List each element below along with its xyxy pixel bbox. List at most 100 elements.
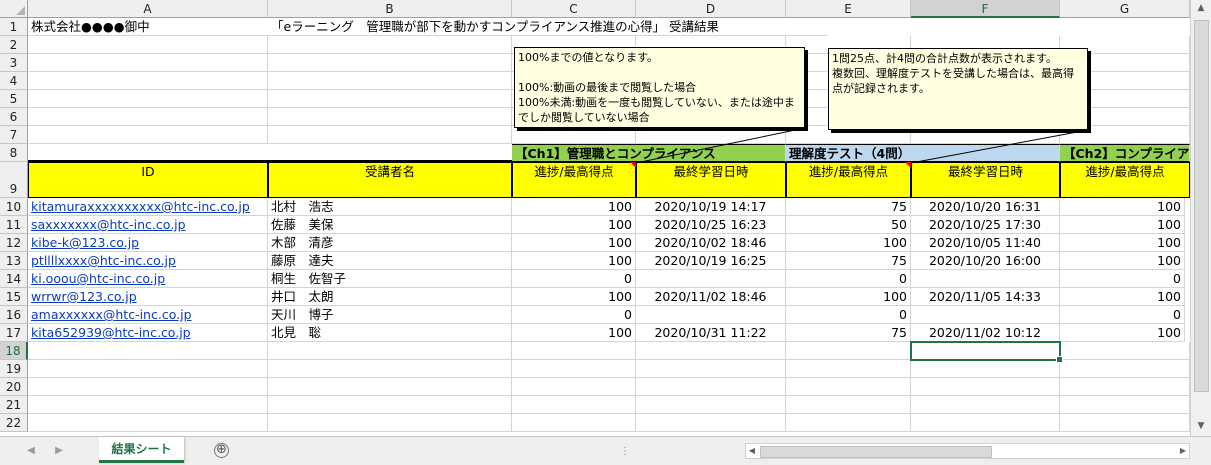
record-progress-ch2[interactable]: 100 <box>1060 288 1185 306</box>
record-progress-ch2[interactable]: 100 <box>1060 198 1185 216</box>
empty-cell[interactable] <box>911 360 1060 378</box>
empty-cell[interactable] <box>636 378 786 396</box>
scroll-up-icon[interactable]: ▲ <box>1191 0 1211 17</box>
record-name[interactable]: 桐生 佐智子 <box>268 270 512 288</box>
empty-cell[interactable] <box>28 360 268 378</box>
column-header-e[interactable]: E <box>786 0 911 18</box>
row-header-3[interactable]: 3 <box>0 54 28 72</box>
sheet-tab-results[interactable]: 結果シート <box>99 437 184 463</box>
column-header-b[interactable]: B <box>268 0 512 18</box>
empty-cell[interactable] <box>268 360 512 378</box>
empty-cell[interactable] <box>268 126 512 144</box>
spreadsheet-area[interactable]: A B C D E F G 1 2 3 4 5 6 7 8 9 10 11 12… <box>0 0 1190 436</box>
empty-cell[interactable] <box>512 360 636 378</box>
record-date-ch1[interactable]: 2020/11/02 18:46 <box>636 288 786 306</box>
record-progress-ch1[interactable]: 0 <box>512 306 636 324</box>
next-sheet-icon[interactable]: ▶ <box>50 442 68 460</box>
empty-cell[interactable] <box>1060 396 1190 414</box>
record-score-test[interactable]: 75 <box>786 324 911 342</box>
record-date-ch1[interactable]: 2020/10/19 14:17 <box>636 198 786 216</box>
row-header-21[interactable]: 21 <box>0 396 28 414</box>
empty-cell[interactable] <box>786 396 911 414</box>
record-name[interactable]: 天川 博子 <box>268 306 512 324</box>
header-date-ch1[interactable]: 最終学習日時 <box>636 162 786 198</box>
header-name[interactable]: 受講者名 <box>268 162 512 198</box>
row-header-20[interactable]: 20 <box>0 378 28 396</box>
record-date-test[interactable] <box>911 270 1060 288</box>
record-progress-ch2[interactable]: 0 <box>1060 306 1185 324</box>
record-progress-ch2[interactable]: 100 <box>1060 324 1185 342</box>
row-header-1[interactable]: 1 <box>0 18 28 36</box>
empty-cell[interactable] <box>268 108 512 126</box>
record-date-ch1[interactable]: 2020/10/02 18:46 <box>636 234 786 252</box>
row-header-13[interactable]: 13 <box>0 252 28 270</box>
row-header-18[interactable]: 18 <box>0 342 28 360</box>
record-name[interactable]: 北見 聡 <box>268 324 512 342</box>
vertical-scrollbar[interactable]: ▲ ▼ <box>1190 0 1211 436</box>
empty-cell[interactable] <box>636 396 786 414</box>
empty-cell[interactable] <box>28 108 268 126</box>
empty-cell[interactable] <box>512 342 636 360</box>
comment-note-progress[interactable]: 100%までの値となります。 100%:動画の最後まで閲覧した場合 100%未満… <box>514 47 805 128</box>
record-progress-ch1[interactable]: 0 <box>512 270 636 288</box>
record-date-ch1[interactable]: 2020/10/31 11:22 <box>636 324 786 342</box>
scroll-down-icon[interactable]: ▼ <box>1191 418 1211 435</box>
record-date-ch1[interactable]: 2020/10/19 16:25 <box>636 252 786 270</box>
empty-cell[interactable] <box>636 360 786 378</box>
row-header-15[interactable]: 15 <box>0 288 28 306</box>
row-header-7[interactable]: 7 <box>0 126 28 144</box>
record-progress-ch1[interactable]: 100 <box>512 324 636 342</box>
section-ch1[interactable]: 【Ch1】管理職とコンプライアンス <box>512 144 786 162</box>
row-header-19[interactable]: 19 <box>0 360 28 378</box>
record-progress-ch2[interactable]: 100 <box>1060 234 1185 252</box>
record-id-link[interactable]: wrrwr@123.co.jp <box>28 288 268 306</box>
scroll-left-icon[interactable]: ◀ <box>746 444 758 458</box>
row-header-9[interactable]: 9 <box>0 162 28 198</box>
empty-cell[interactable] <box>1060 342 1190 360</box>
empty-cell[interactable] <box>268 414 512 432</box>
record-progress-ch1[interactable]: 100 <box>512 288 636 306</box>
empty-cell[interactable] <box>636 414 786 432</box>
empty-cell[interactable] <box>268 72 512 90</box>
record-date-test[interactable]: 2020/11/02 10:12 <box>911 324 1060 342</box>
header-progress-ch2[interactable]: 進捗/最高得点 <box>1060 162 1190 198</box>
record-score-test[interactable]: 75 <box>786 198 911 216</box>
record-id-link[interactable]: kita652939@htc-inc.co.jp <box>28 324 268 342</box>
row-header-2[interactable]: 2 <box>0 36 28 54</box>
record-name[interactable]: 佐藤 美保 <box>268 216 512 234</box>
empty-cell[interactable] <box>28 396 268 414</box>
tab-split-handle-icon[interactable]: ⋮ <box>620 446 631 457</box>
row-header-5[interactable]: 5 <box>0 90 28 108</box>
active-cell-f18[interactable] <box>910 341 1063 363</box>
row8-b[interactable] <box>268 144 512 162</box>
comment-note-test[interactable]: 1問25点、計4問の合計点数が表示されます。 複数回、理解度テストを受講した場合… <box>828 48 1088 130</box>
record-date-ch1[interactable] <box>636 270 786 288</box>
row-header-10[interactable]: 10 <box>0 198 28 216</box>
empty-cell[interactable] <box>28 126 268 144</box>
record-id-link[interactable]: ptllllxxxx@htc-inc.co.jp <box>28 252 268 270</box>
empty-cell[interactable] <box>786 378 911 396</box>
column-header-g[interactable]: G <box>1060 0 1190 18</box>
record-score-test[interactable]: 0 <box>786 270 911 288</box>
header-progress-ch1[interactable]: 進捗/最高得点 <box>512 162 636 198</box>
section-test[interactable]: 理解度テスト（4問） <box>786 144 1060 162</box>
header-score-test[interactable]: 進捗/最高得点 <box>786 162 911 198</box>
record-date-ch1[interactable] <box>636 306 786 324</box>
comment-indicator-icon[interactable] <box>905 162 911 168</box>
record-date-test[interactable] <box>911 306 1060 324</box>
record-date-test[interactable]: 2020/10/20 16:31 <box>911 198 1060 216</box>
section-ch2[interactable]: 【Ch2】コンプライアンス <box>1060 144 1190 162</box>
empty-cell[interactable] <box>512 396 636 414</box>
empty-cell[interactable] <box>512 126 636 144</box>
empty-cell[interactable] <box>28 90 268 108</box>
header-id[interactable]: ID <box>28 162 268 198</box>
column-header-a[interactable]: A <box>28 0 268 18</box>
empty-cell[interactable] <box>28 36 268 54</box>
record-progress-ch1[interactable]: 100 <box>512 198 636 216</box>
column-header-d[interactable]: D <box>636 0 786 18</box>
record-progress-ch2[interactable]: 0 <box>1060 270 1185 288</box>
empty-cell[interactable] <box>268 378 512 396</box>
row-header-14[interactable]: 14 <box>0 270 28 288</box>
prev-sheet-icon[interactable]: ◀ <box>22 442 40 460</box>
empty-cell[interactable] <box>512 378 636 396</box>
